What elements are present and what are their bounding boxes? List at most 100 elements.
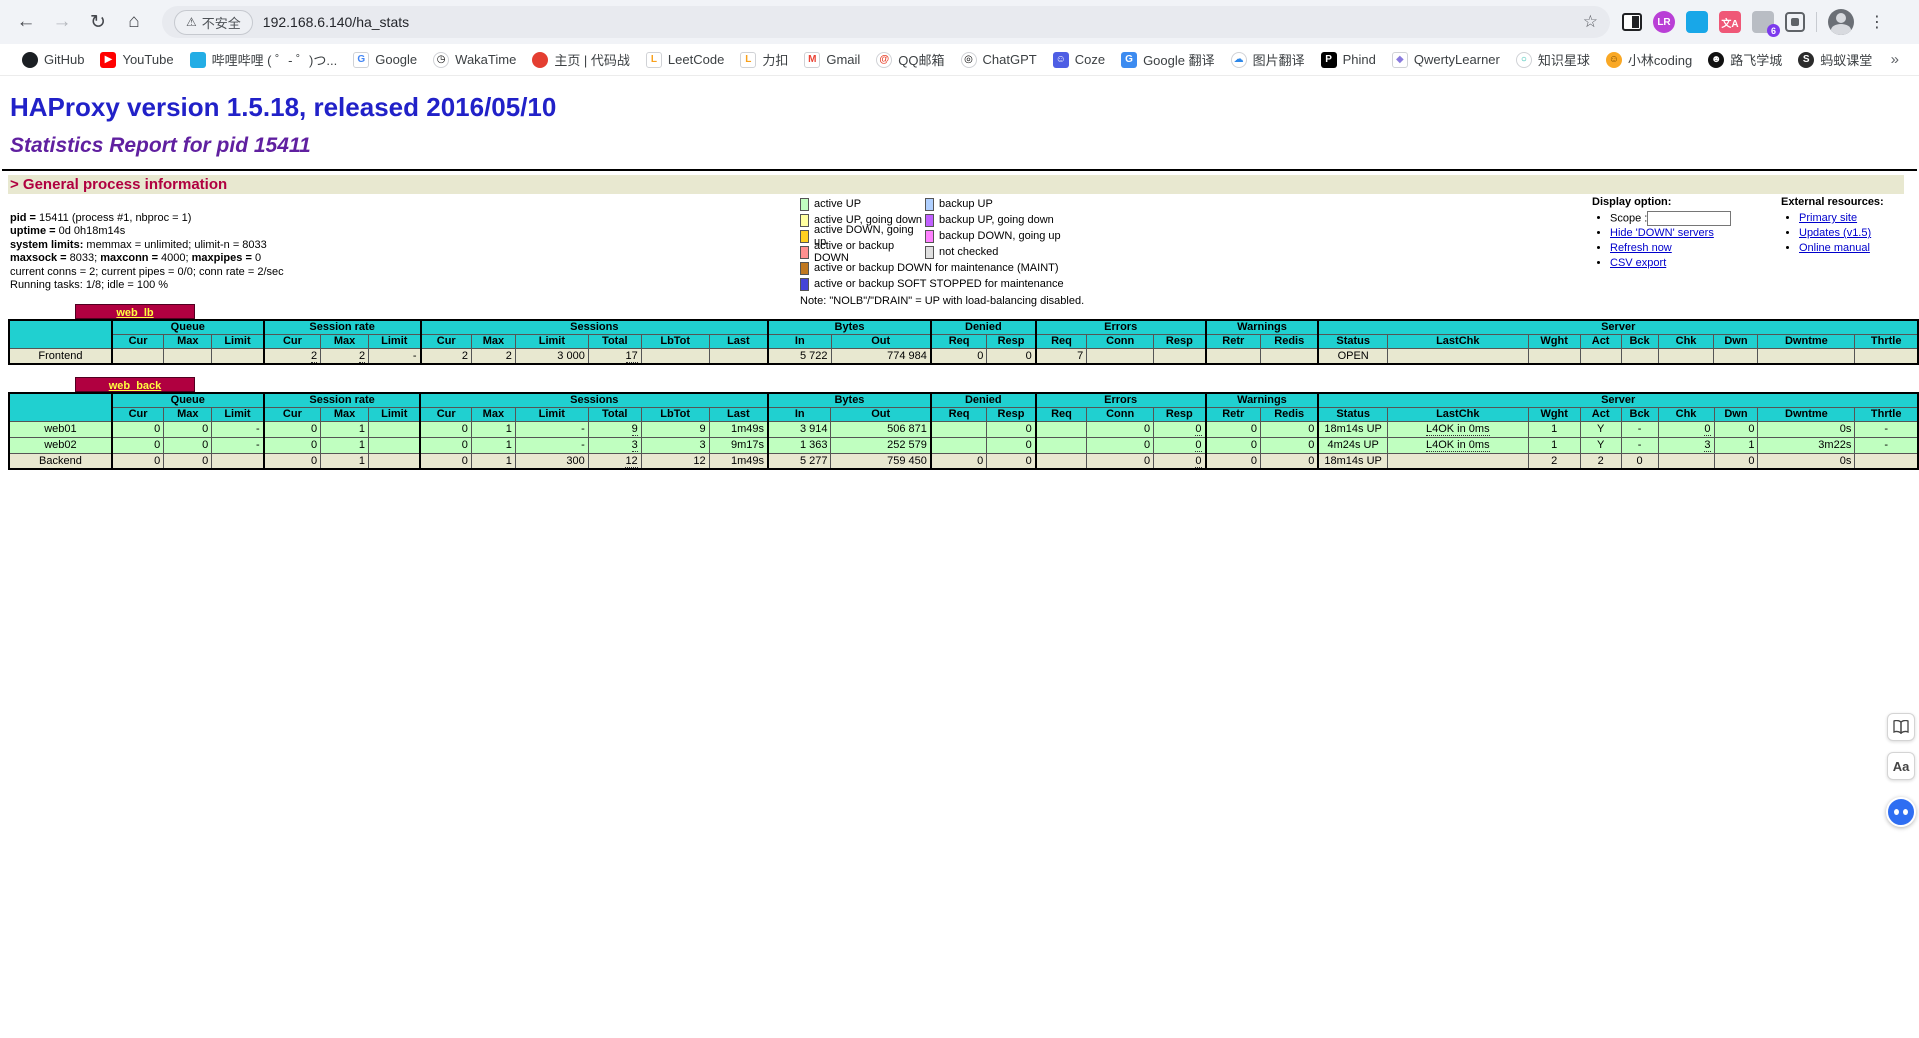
address-bar[interactable]: ⚠ 不安全 192.168.6.140/ha_stats ☆	[162, 6, 1610, 38]
stat-cell: 1m49s	[709, 421, 768, 437]
bookmark-item[interactable]: S蚂蚁课堂	[1790, 47, 1880, 72]
bookmark-item[interactable]: ◷WakaTime	[425, 49, 524, 71]
stat-cell	[1036, 453, 1087, 469]
column-header: Limit	[515, 334, 588, 348]
bookmark-item[interactable]: ◎ChatGPT	[953, 49, 1045, 71]
stat-cell: 0	[1260, 421, 1318, 437]
column-group-header: Bytes	[768, 320, 931, 334]
bookmark-item[interactable]: PPhind	[1313, 49, 1384, 71]
column-header: Thrtle	[1855, 407, 1918, 421]
forward-button[interactable]: →	[46, 6, 78, 38]
bookmark-label: ChatGPT	[983, 52, 1037, 67]
stat-cell: 18m14s UP	[1318, 453, 1387, 469]
stats-row-Backend: Backend00010130012121m49s5 277759 450000…	[9, 453, 1918, 469]
column-header: Max	[164, 334, 212, 348]
bookmark-item[interactable]: ◆QwertyLearner	[1384, 49, 1508, 71]
display-option-link[interactable]: Refresh now	[1610, 242, 1672, 254]
legend-row: active or backup DOWNnot checked	[800, 244, 1084, 260]
bookmark-item[interactable]: ☁图片翻译	[1223, 47, 1313, 72]
badged-extension-icon[interactable]: 6	[1752, 11, 1774, 33]
bookmark-item[interactable]: @QQ邮箱	[868, 47, 952, 72]
menu-icon[interactable]: ⋮	[1865, 12, 1889, 32]
bookmark-item[interactable]: ○知识星球	[1508, 47, 1598, 72]
display-option-link[interactable]: Hide 'DOWN' servers	[1610, 227, 1714, 239]
bookmark-star-icon[interactable]: ☆	[1583, 12, 1598, 32]
stat-cell: 4m24s UP	[1318, 437, 1387, 453]
external-resource-link[interactable]: Online manual	[1799, 242, 1870, 254]
display-option-link[interactable]: CSV export	[1610, 257, 1666, 269]
stat-cell: 0	[420, 453, 471, 469]
extension-badge: 6	[1767, 24, 1780, 37]
proxy-section-web_lb: web_lb QueueSession rateSessionsBytesDen…	[8, 304, 1919, 365]
home-button[interactable]: ⌂	[118, 6, 150, 38]
proxy-name-link[interactable]: web_lb	[116, 307, 153, 319]
translate-float-button[interactable]: Aa	[1887, 752, 1915, 780]
scope-label: Scope :	[1610, 212, 1647, 224]
proxy-name-tab: web_lb	[75, 304, 195, 319]
proxy-name-link[interactable]: web_back	[109, 380, 162, 392]
stat-cell: 1	[471, 453, 515, 469]
assistant-float-button[interactable]	[1886, 797, 1916, 827]
lr-extension-icon[interactable]: LR	[1653, 11, 1675, 33]
bookmark-item[interactable]: ☻路飞学城	[1700, 47, 1790, 72]
bookmark-item[interactable]: 哔哩哔哩 ( ゜- ゜)つ...	[182, 47, 346, 72]
column-group-header: Warnings	[1206, 320, 1319, 334]
capture-extension-icon[interactable]	[1686, 11, 1708, 33]
stat-cell: 0	[1621, 453, 1658, 469]
bookmark-item[interactable]: LLeetCode	[638, 49, 732, 71]
bookmark-item[interactable]: ▶YouTube	[92, 49, 181, 71]
bookmark-item[interactable]: GGoogle	[345, 49, 425, 71]
stat-cell: 2	[264, 348, 321, 364]
back-button[interactable]: ←	[10, 6, 42, 38]
reader-float-button[interactable]	[1887, 713, 1915, 741]
stat-cell: 18m14s UP	[1318, 421, 1387, 437]
bookmark-favicon	[532, 52, 548, 68]
process-info-line: system limits: memmax = unlimited; ulimi…	[10, 239, 284, 252]
stat-cell: 0	[1658, 421, 1714, 437]
stat-cell: 0	[112, 437, 164, 453]
stat-cell	[369, 453, 421, 469]
stat-cell: 0	[1087, 421, 1154, 437]
stat-cell	[641, 348, 709, 364]
stat-cell: 0	[1260, 437, 1318, 453]
legend-label: active UP	[814, 198, 861, 210]
stat-cell	[1154, 348, 1206, 364]
bookmark-favicon: L	[646, 52, 662, 68]
legend-label: active or backup SOFT STOPPED for mainte…	[814, 278, 1064, 290]
stat-cell: 0	[112, 453, 164, 469]
bookmark-item[interactable]: 主页 | 代码战	[524, 47, 638, 72]
bookmark-item[interactable]: GGoogle 翻译	[1113, 47, 1223, 72]
column-header: In	[768, 334, 831, 348]
stat-cell: Y	[1580, 421, 1621, 437]
stat-cell	[1758, 348, 1855, 364]
column-header: Limit	[369, 334, 421, 348]
stat-cell	[1855, 453, 1918, 469]
stat-cell: -	[515, 437, 588, 453]
bookmark-label: 路飞学城	[1730, 50, 1782, 69]
bookmark-item[interactable]: GitHub	[14, 49, 92, 71]
bookmarks-overflow-button[interactable]: »	[1885, 51, 1905, 68]
legend-row: active or backup DOWN for maintenance (M…	[800, 260, 1084, 276]
page-title[interactable]: HAProxy version 1.5.18, released 2016/05…	[10, 92, 556, 123]
bookmark-item[interactable]: ☺小林coding	[1598, 47, 1700, 72]
column-header: Max	[321, 407, 369, 421]
bookmark-item[interactable]: ☺Coze	[1045, 49, 1113, 71]
bookmark-item[interactable]: MGmail	[796, 49, 868, 71]
side-panel-icon[interactable]	[1622, 13, 1642, 31]
bookmark-item[interactable]: L力扣	[732, 47, 796, 72]
scope-input[interactable]	[1647, 211, 1731, 226]
stats-table-web_back: QueueSession rateSessionsBytesDeniedErro…	[8, 392, 1919, 470]
stat-cell	[931, 421, 987, 437]
stat-cell: 0s	[1758, 453, 1855, 469]
reload-button[interactable]: ↻	[82, 6, 114, 38]
external-resource-link[interactable]: Primary site	[1799, 212, 1857, 224]
security-chip[interactable]: ⚠ 不安全	[174, 10, 253, 35]
extensions-icon[interactable]	[1785, 12, 1805, 32]
url-text[interactable]: 192.168.6.140/ha_stats	[263, 14, 409, 30]
translate-extension-icon[interactable]: 文A	[1719, 11, 1741, 33]
column-group-header: Errors	[1036, 320, 1206, 334]
column-header: Last	[709, 407, 768, 421]
profile-avatar[interactable]	[1828, 9, 1854, 35]
column-header: Resp	[1154, 407, 1206, 421]
external-resource-link[interactable]: Updates (v1.5)	[1799, 227, 1871, 239]
